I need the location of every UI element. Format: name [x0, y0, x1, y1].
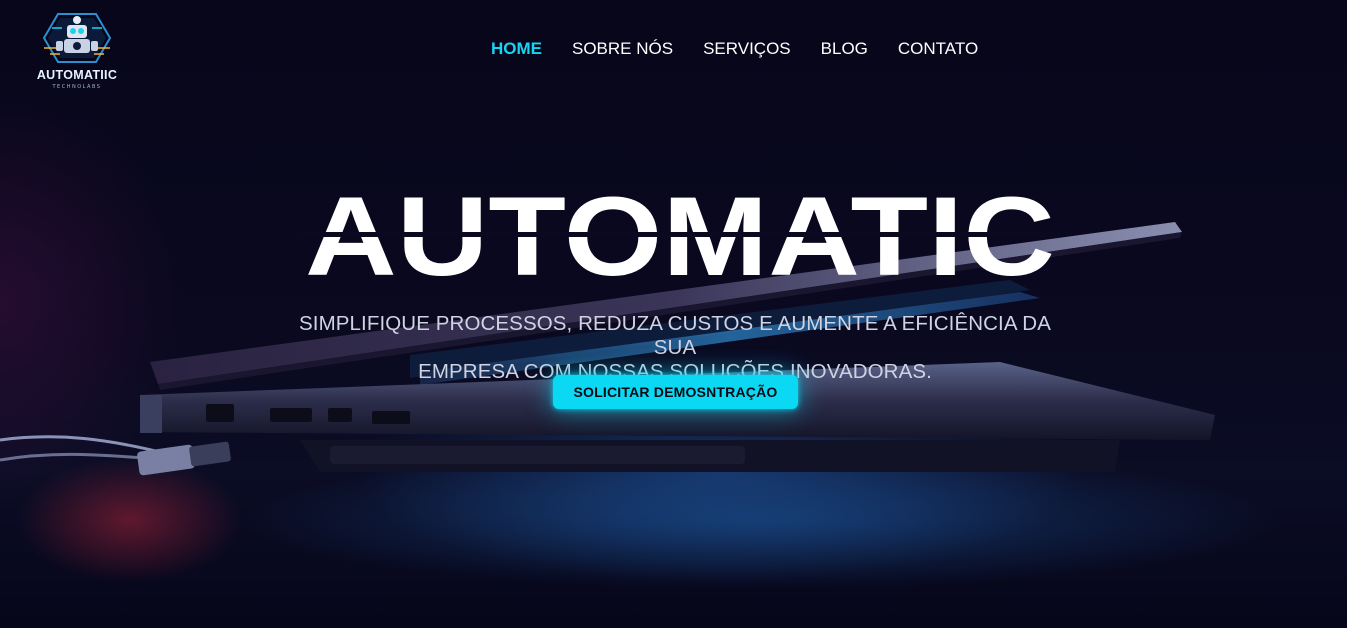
- main-nav: HOME SOBRE NÓS SERVIÇOS BLOG CONTATO: [491, 38, 978, 60]
- hero-subtitle-line1: SIMPLIFIQUE PROCESSOS, REDUZA CUSTOS E A…: [299, 312, 1051, 359]
- brand-name: AUTOMATIIC: [36, 68, 118, 82]
- request-demo-button[interactable]: SOLICITAR DEMOSNTRAÇÃO: [553, 375, 798, 409]
- robot-logo-icon: [42, 13, 112, 63]
- hero-title: AUTOMATIC: [300, 180, 1060, 285]
- nav-servicos-link[interactable]: SERVIÇOS: [703, 39, 791, 59]
- nav-blog-link[interactable]: BLOG: [821, 39, 868, 59]
- nav-home-link[interactable]: HOME: [491, 39, 542, 59]
- nav-contato-link[interactable]: CONTATO: [898, 39, 978, 59]
- brand-logo[interactable]: AUTOMATIIC TECHNOLABS: [36, 8, 118, 92]
- hero-subtitle: SIMPLIFIQUE PROCESSOS, REDUZA CUSTOS E A…: [280, 312, 1070, 384]
- nav-sobre-nos-link[interactable]: SOBRE NÓS: [572, 39, 673, 59]
- brand-tagline: TECHNOLABS: [52, 84, 102, 90]
